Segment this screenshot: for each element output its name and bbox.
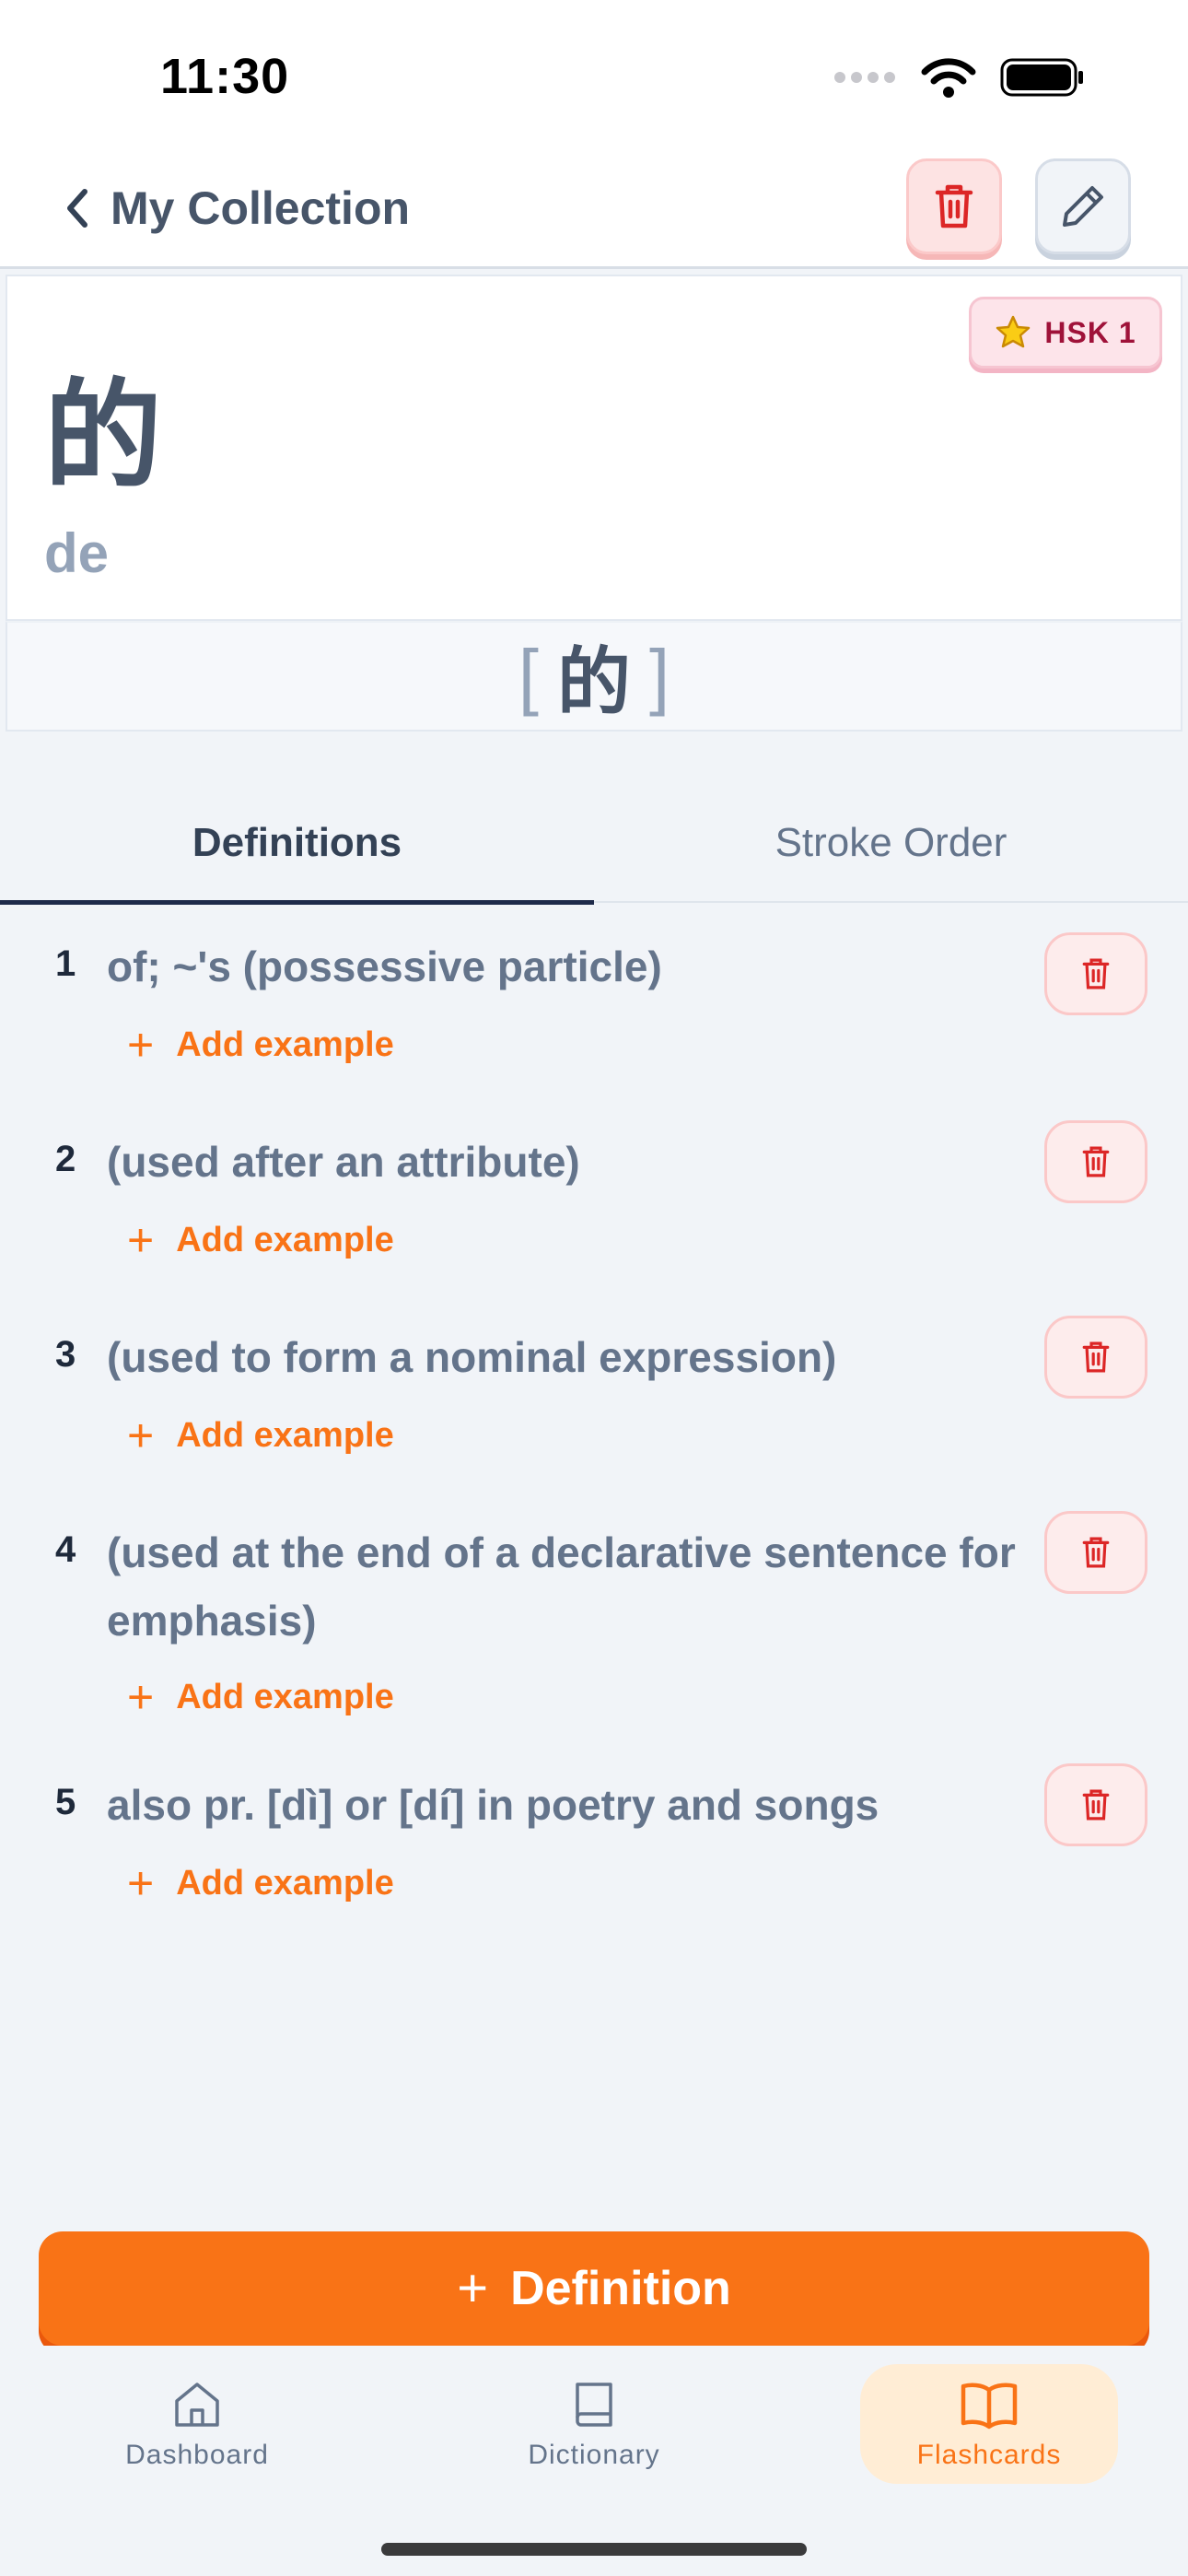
signal-icon [834, 72, 895, 83]
add-example-button[interactable]: + Add example [127, 1017, 394, 1072]
definition-text: (used to form a nominal expression) [107, 1333, 837, 1381]
delete-definition-button[interactable] [1044, 932, 1147, 1015]
traditional-character: 的 [557, 639, 631, 725]
plus-icon: + [127, 1214, 155, 1266]
add-example-label: Add example [176, 1220, 394, 1259]
plus-icon: + [127, 1019, 155, 1071]
add-example-label: Add example [176, 1677, 394, 1716]
home-icon [175, 2383, 219, 2427]
tab-flashcards[interactable]: Flashcards [860, 2364, 1118, 2484]
bottom-tab-bar: Dashboard Dictionary Flashcards [0, 2346, 1188, 2576]
edit-word-button[interactable] [1035, 158, 1131, 254]
plus-icon: + [127, 1410, 155, 1461]
trash-icon [1082, 958, 1110, 989]
status-bar: 11:30 [0, 0, 1188, 147]
hsk-badge: HSK 1 [969, 297, 1162, 369]
status-indicators [833, 57, 1085, 98]
bracket-open: [ [518, 635, 539, 717]
add-example-button[interactable]: + Add example [127, 1856, 394, 1911]
trash-icon [1082, 1341, 1110, 1373]
delete-definition-button[interactable] [1044, 1763, 1147, 1846]
tab-dashboard[interactable]: Dashboard [68, 2364, 326, 2484]
tab-bar-top: Definitions Stroke Order [0, 783, 1188, 905]
status-time: 11:30 [160, 49, 290, 104]
pencil-icon [1063, 186, 1103, 227]
chevron-left-icon [67, 189, 87, 228]
home-indicator [381, 2543, 807, 2556]
navigation-bar: My Collection [0, 147, 1188, 269]
add-definition-label: Definition [510, 2262, 731, 2315]
definition-text: also pr. [dì] or [dí] in poetry and song… [107, 1781, 879, 1829]
delete-word-button[interactable] [906, 158, 1002, 254]
tab-flashcards-label: Flashcards [916, 2440, 1062, 2470]
trash-icon [1082, 1537, 1110, 1568]
definition-text: (used at the end of a declarative senten… [107, 1528, 1016, 1645]
add-example-label: Add example [176, 1863, 394, 1903]
add-definition-button[interactable]: + Definition [39, 2231, 1149, 2346]
tab-definitions[interactable]: Definitions [0, 783, 594, 905]
open-book-icon [961, 2383, 1018, 2430]
hsk-level: HSK 1 [1044, 315, 1136, 349]
plus-icon: + [127, 1857, 155, 1909]
plus-icon: + [127, 1671, 155, 1723]
delete-definition-button[interactable] [1044, 1511, 1147, 1594]
add-example-button[interactable]: + Add example [127, 1408, 394, 1463]
tab-stroke-order[interactable]: Stroke Order [594, 783, 1188, 903]
definition-number: 5 [55, 1782, 76, 1822]
wifi-icon [921, 58, 976, 98]
trash-icon [1082, 1789, 1110, 1821]
definition-number: 1 [55, 943, 76, 984]
tab-dictionary-label: Dictionary [528, 2440, 660, 2470]
pinyin: de [44, 522, 110, 584]
delete-definition-button[interactable] [1044, 1120, 1147, 1203]
add-example-label: Add example [176, 1415, 394, 1455]
traditional-form: [ 的 ] [6, 621, 1182, 732]
bracket-close: ] [649, 635, 670, 717]
add-example-button[interactable]: + Add example [127, 1669, 394, 1725]
definition-text: of; ~'s (possessive particle) [107, 943, 662, 990]
plus-icon: + [457, 2258, 489, 2318]
trash-icon [935, 184, 973, 228]
definition-number: 4 [55, 1529, 76, 1570]
definition-number: 2 [55, 1139, 76, 1179]
back-button[interactable]: My Collection [63, 175, 410, 241]
tab-dictionary[interactable]: Dictionary [465, 2364, 723, 2484]
definition-number: 3 [55, 1334, 76, 1375]
tab-dashboard-label: Dashboard [125, 2440, 269, 2470]
book-icon [576, 2383, 612, 2427]
add-example-label: Add example [176, 1025, 394, 1064]
definition-text: (used after an attribute) [107, 1138, 580, 1186]
star-icon [996, 315, 1031, 348]
back-label: My Collection [111, 182, 411, 234]
trash-icon [1082, 1146, 1110, 1177]
hanzi-character: 的 [44, 368, 163, 505]
add-example-button[interactable]: + Add example [127, 1212, 394, 1268]
battery-icon [1000, 58, 1083, 97]
delete-definition-button[interactable] [1044, 1316, 1147, 1399]
